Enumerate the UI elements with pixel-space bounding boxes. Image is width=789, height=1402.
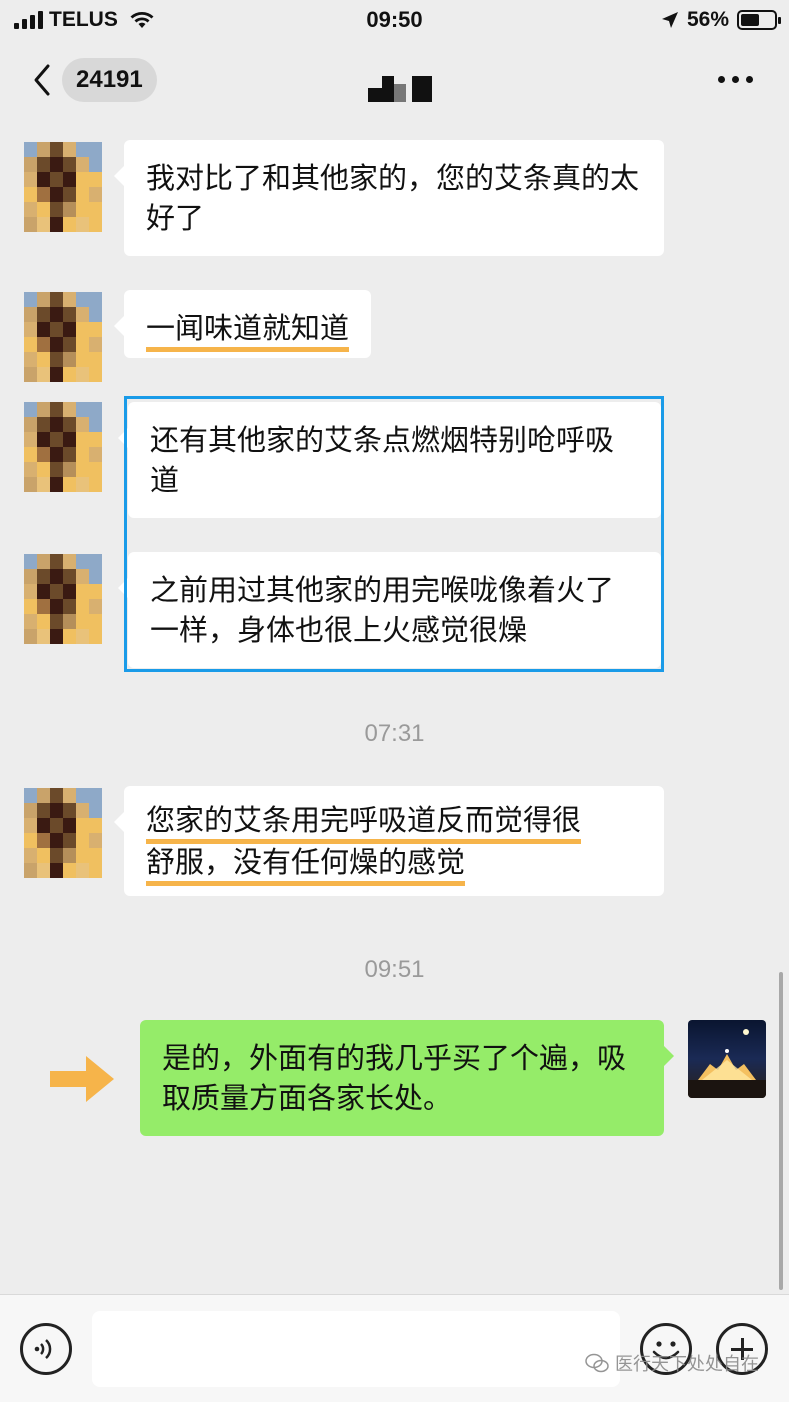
more-icon[interactable] bbox=[718, 76, 753, 83]
watermark-text: 医行天下处处自在 bbox=[615, 1354, 759, 1375]
voice-icon bbox=[34, 1339, 52, 1359]
avatar-mosaic bbox=[24, 142, 102, 232]
watermark: 医行天下处处自在 bbox=[585, 1350, 759, 1376]
message-text: 是的，外面有的我几乎买了个遍，吸取质量方面各家长处。 bbox=[162, 1041, 627, 1115]
message-text-line: 舒服，没有任何燥的感觉 bbox=[146, 845, 466, 886]
battery-fill bbox=[741, 14, 759, 26]
input-bar bbox=[0, 1294, 789, 1402]
message-bubble[interactable]: 我对比了和其他家的，您的艾条真的太好了 bbox=[114, 140, 664, 256]
chat-title-redacted bbox=[368, 76, 432, 102]
message-bubble[interactable]: 还有其他家的艾条点燃烟特别呛呼吸道 bbox=[118, 402, 661, 518]
message-text: 一闻味道就知道 bbox=[146, 311, 350, 352]
location-icon bbox=[661, 12, 678, 28]
message-bubble[interactable]: 之前用过其他家的用完喉咙像着火了一样，身体也很上火感觉很燥 bbox=[118, 552, 661, 668]
back-icon[interactable] bbox=[28, 60, 58, 100]
message-text: 还有其他家的艾条点燃烟特别呛呼吸道 bbox=[150, 423, 615, 497]
contact-avatar[interactable] bbox=[24, 292, 102, 382]
nav-bar: 24191 bbox=[0, 40, 789, 122]
status-bar: TELUS 09:50 56% bbox=[0, 0, 789, 40]
status-right: 56% bbox=[661, 8, 781, 32]
avatar-mosaic bbox=[24, 402, 102, 492]
message-bubble[interactable]: 您家的艾条用完呼吸道反而觉得很 舒服，没有任何燥的感觉 bbox=[114, 786, 664, 896]
battery-percent: 56% bbox=[686, 8, 729, 31]
timestamp: 07:31 bbox=[364, 720, 425, 747]
arrow-right-icon bbox=[50, 1056, 114, 1102]
self-message-bubble[interactable]: 是的，外面有的我几乎买了个遍，吸取质量方面各家长处。 bbox=[140, 1020, 674, 1136]
wechat-icon bbox=[585, 1353, 609, 1373]
avatar-mosaic bbox=[24, 554, 102, 644]
self-avatar[interactable] bbox=[688, 1020, 766, 1098]
message-text-line: 您家的艾条用完呼吸道反而觉得很 bbox=[146, 803, 582, 844]
avatar-mosaic bbox=[24, 788, 102, 878]
timestamp: 09:51 bbox=[364, 956, 425, 983]
contact-avatar[interactable] bbox=[24, 554, 102, 644]
contact-avatar[interactable] bbox=[24, 402, 102, 492]
voice-input-button[interactable] bbox=[20, 1323, 72, 1375]
message-text: 我对比了和其他家的，您的艾条真的太好了 bbox=[146, 161, 640, 235]
unread-count-badge[interactable]: 24191 bbox=[62, 58, 157, 102]
battery-icon bbox=[737, 10, 781, 30]
message-input[interactable] bbox=[92, 1311, 620, 1387]
scrollbar[interactable] bbox=[779, 972, 783, 1290]
chat-area[interactable]: 我对比了和其他家的，您的艾条真的太好了 一闻味道就知道 还有其他家的艾条点燃烟特… bbox=[0, 122, 789, 1294]
contact-avatar[interactable] bbox=[24, 142, 102, 232]
message-bubble[interactable]: 一闻味道就知道 bbox=[113, 290, 372, 358]
contact-avatar[interactable] bbox=[24, 788, 102, 878]
message-text: 之前用过其他家的用完喉咙像着火了一样，身体也很上火感觉很燥 bbox=[150, 573, 615, 647]
self-avatar-image bbox=[688, 1029, 766, 1098]
avatar-mosaic bbox=[24, 292, 102, 382]
